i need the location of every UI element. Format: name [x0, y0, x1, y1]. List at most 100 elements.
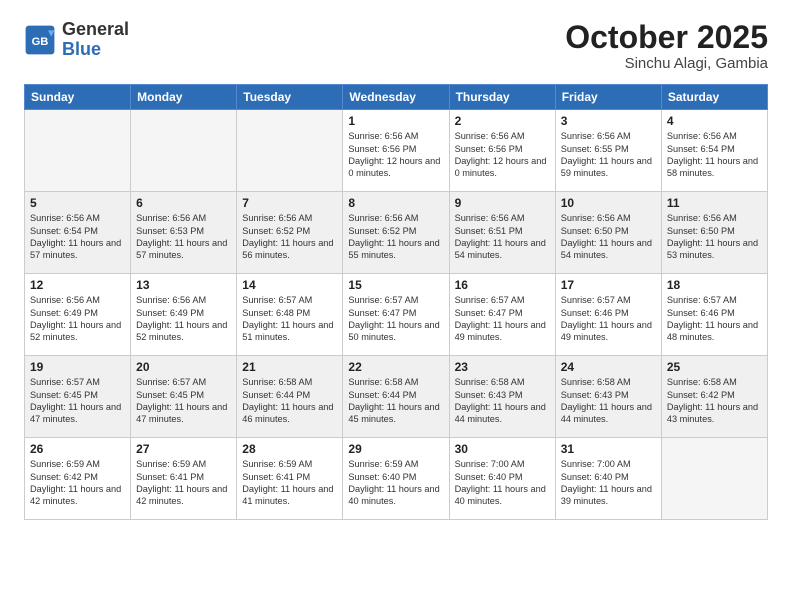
day-number: 3	[561, 114, 656, 128]
calendar-cell: 16 Sunrise: 6:57 AM Sunset: 6:47 PM Dayli…	[449, 274, 555, 356]
day-info: Sunrise: 6:56 AM Sunset: 6:51 PM Dayligh…	[455, 212, 550, 262]
calendar-week-row: 1 Sunrise: 6:56 AM Sunset: 6:56 PM Daylig…	[25, 110, 768, 192]
calendar-cell: 2Sunrise: 6:56 AM Sunset: 6:56 PM Daylig…	[449, 110, 555, 192]
calendar-cell	[661, 438, 767, 520]
day-number: 7	[242, 196, 337, 210]
calendar-week-row: 5Sunrise: 6:56 AM Sunset: 6:54 PM Daylig…	[25, 192, 768, 274]
calendar-cell: 21Sunrise: 6:58 AM Sunset: 6:44 PM Dayli…	[237, 356, 343, 438]
day-number: 23	[455, 360, 550, 374]
day-number: 26	[30, 442, 125, 456]
calendar-cell: 20 Sunrise: 6:57 AM Sunset: 6:45 PM Dayli…	[131, 356, 237, 438]
calendar-cell: 25Sunrise: 6:58 AM Sunset: 6:42 PM Dayli…	[661, 356, 767, 438]
calendar-cell: 13 Sunrise: 6:56 AM Sunset: 6:49 PM Dayli…	[131, 274, 237, 356]
day-info: Sunrise: 6:56 AM Sunset: 6:56 PM Dayligh…	[348, 130, 443, 180]
day-number: 28	[242, 442, 337, 456]
day-info: Sunrise: 6:56 AM Sunset: 6:54 PM Dayligh…	[667, 130, 762, 180]
location-subtitle: Sinchu Alagi, Gambia	[565, 55, 768, 72]
day-info: Sunrise: 6:59 AM Sunset: 6:41 PM Dayligh…	[136, 458, 231, 508]
calendar-cell: 12 Sunrise: 6:56 AM Sunset: 6:49 PM Dayli…	[25, 274, 131, 356]
day-number: 25	[667, 360, 762, 374]
day-info: Sunrise: 6:56 AM Sunset: 6:49 PM Dayligh…	[30, 294, 125, 344]
day-number: 16	[455, 278, 550, 292]
day-info: Sunrise: 6:59 AM Sunset: 6:40 PM Dayligh…	[348, 458, 443, 508]
calendar-header-row: Sunday Monday Tuesday Wednesday Thursday…	[25, 85, 768, 110]
day-info: Sunrise: 6:56 AM Sunset: 6:54 PM Dayligh…	[30, 212, 125, 262]
day-number: 20	[136, 360, 231, 374]
day-info: Sunrise: 6:56 AM Sunset: 6:55 PM Dayligh…	[561, 130, 656, 180]
day-number: 27	[136, 442, 231, 456]
col-wednesday: Wednesday	[343, 85, 449, 110]
title-block: October 2025 Sinchu Alagi, Gambia	[565, 20, 768, 72]
calendar-cell: 30 Sunrise: 7:00 AM Sunset: 6:40 PM Dayli…	[449, 438, 555, 520]
calendar-week-row: 26 Sunrise: 6:59 AM Sunset: 6:42 PM Dayli…	[25, 438, 768, 520]
calendar-cell	[237, 110, 343, 192]
calendar-cell: 18 Sunrise: 6:57 AM Sunset: 6:46 PM Dayli…	[661, 274, 767, 356]
day-info: Sunrise: 6:56 AM Sunset: 6:50 PM Dayligh…	[561, 212, 656, 262]
day-number: 31	[561, 442, 656, 456]
day-number: 4	[667, 114, 762, 128]
day-number: 30	[455, 442, 550, 456]
calendar-cell: 6 Sunrise: 6:56 AM Sunset: 6:53 PM Daylig…	[131, 192, 237, 274]
calendar-cell: 29Sunrise: 6:59 AM Sunset: 6:40 PM Dayli…	[343, 438, 449, 520]
calendar-cell: 3 Sunrise: 6:56 AM Sunset: 6:55 PM Daylig…	[555, 110, 661, 192]
day-number: 6	[136, 196, 231, 210]
day-number: 11	[667, 196, 762, 210]
calendar-cell: 1 Sunrise: 6:56 AM Sunset: 6:56 PM Daylig…	[343, 110, 449, 192]
day-number: 15	[348, 278, 443, 292]
calendar-cell: 22 Sunrise: 6:58 AM Sunset: 6:44 PM Dayli…	[343, 356, 449, 438]
day-number: 10	[561, 196, 656, 210]
calendar-cell: 10 Sunrise: 6:56 AM Sunset: 6:50 PM Dayli…	[555, 192, 661, 274]
calendar-cell: 31Sunrise: 7:00 AM Sunset: 6:40 PM Dayli…	[555, 438, 661, 520]
day-info: Sunrise: 6:58 AM Sunset: 6:43 PM Dayligh…	[561, 376, 656, 426]
day-info: Sunrise: 6:59 AM Sunset: 6:42 PM Dayligh…	[30, 458, 125, 508]
calendar-cell: 17Sunrise: 6:57 AM Sunset: 6:46 PM Dayli…	[555, 274, 661, 356]
calendar-cell: 26 Sunrise: 6:59 AM Sunset: 6:42 PM Dayli…	[25, 438, 131, 520]
day-info: Sunrise: 6:56 AM Sunset: 6:49 PM Dayligh…	[136, 294, 231, 344]
calendar-cell: 5Sunrise: 6:56 AM Sunset: 6:54 PM Daylig…	[25, 192, 131, 274]
col-thursday: Thursday	[449, 85, 555, 110]
calendar-week-row: 19 Sunrise: 6:57 AM Sunset: 6:45 PM Dayli…	[25, 356, 768, 438]
day-number: 14	[242, 278, 337, 292]
day-number: 1	[348, 114, 443, 128]
day-number: 17	[561, 278, 656, 292]
day-number: 12	[30, 278, 125, 292]
calendar-cell: 8Sunrise: 6:56 AM Sunset: 6:52 PM Daylig…	[343, 192, 449, 274]
calendar-table: Sunday Monday Tuesday Wednesday Thursday…	[24, 84, 768, 520]
logo-text: General Blue	[62, 20, 129, 60]
calendar-cell: 9 Sunrise: 6:56 AM Sunset: 6:51 PM Daylig…	[449, 192, 555, 274]
calendar-cell: 14 Sunrise: 6:57 AM Sunset: 6:48 PM Dayli…	[237, 274, 343, 356]
day-number: 13	[136, 278, 231, 292]
day-info: Sunrise: 6:58 AM Sunset: 6:44 PM Dayligh…	[242, 376, 337, 426]
page: GB General Blue October 2025 Sinchu Alag…	[0, 0, 792, 612]
day-info: Sunrise: 6:57 AM Sunset: 6:47 PM Dayligh…	[455, 294, 550, 344]
header: GB General Blue October 2025 Sinchu Alag…	[24, 20, 768, 72]
day-info: Sunrise: 7:00 AM Sunset: 6:40 PM Dayligh…	[455, 458, 550, 508]
logo: GB General Blue	[24, 20, 129, 60]
calendar-cell: 4 Sunrise: 6:56 AM Sunset: 6:54 PM Daylig…	[661, 110, 767, 192]
day-number: 18	[667, 278, 762, 292]
day-info: Sunrise: 6:57 AM Sunset: 6:46 PM Dayligh…	[667, 294, 762, 344]
day-info: Sunrise: 6:59 AM Sunset: 6:41 PM Dayligh…	[242, 458, 337, 508]
svg-text:GB: GB	[32, 36, 49, 48]
calendar-cell: 24Sunrise: 6:58 AM Sunset: 6:43 PM Dayli…	[555, 356, 661, 438]
calendar-cell: 15Sunrise: 6:57 AM Sunset: 6:47 PM Dayli…	[343, 274, 449, 356]
calendar-cell: 23Sunrise: 6:58 AM Sunset: 6:43 PM Dayli…	[449, 356, 555, 438]
calendar-cell	[131, 110, 237, 192]
day-number: 8	[348, 196, 443, 210]
calendar-cell: 19Sunrise: 6:57 AM Sunset: 6:45 PM Dayli…	[25, 356, 131, 438]
day-number: 22	[348, 360, 443, 374]
day-number: 2	[455, 114, 550, 128]
day-number: 9	[455, 196, 550, 210]
day-info: Sunrise: 6:56 AM Sunset: 6:50 PM Dayligh…	[667, 212, 762, 262]
col-saturday: Saturday	[661, 85, 767, 110]
day-info: Sunrise: 6:58 AM Sunset: 6:44 PM Dayligh…	[348, 376, 443, 426]
day-number: 19	[30, 360, 125, 374]
month-title: October 2025	[565, 20, 768, 55]
col-tuesday: Tuesday	[237, 85, 343, 110]
calendar-week-row: 12 Sunrise: 6:56 AM Sunset: 6:49 PM Dayli…	[25, 274, 768, 356]
day-info: Sunrise: 6:56 AM Sunset: 6:53 PM Dayligh…	[136, 212, 231, 262]
day-info: Sunrise: 6:57 AM Sunset: 6:45 PM Dayligh…	[136, 376, 231, 426]
day-info: Sunrise: 6:56 AM Sunset: 6:52 PM Dayligh…	[242, 212, 337, 262]
day-info: Sunrise: 6:57 AM Sunset: 6:48 PM Dayligh…	[242, 294, 337, 344]
calendar-cell: 28 Sunrise: 6:59 AM Sunset: 6:41 PM Dayli…	[237, 438, 343, 520]
